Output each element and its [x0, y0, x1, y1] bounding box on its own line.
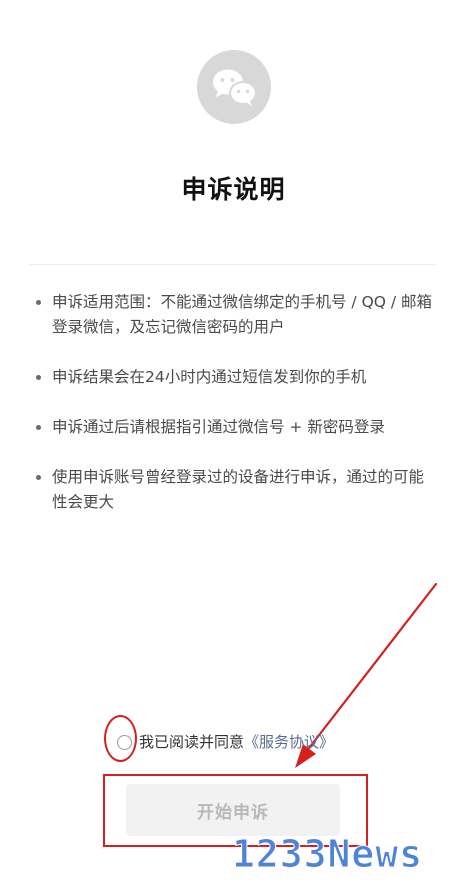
list-item: 申诉通过后请根据指引通过微信号 + 新密码登录: [36, 415, 436, 440]
note-text: 申诉结果会在24小时内通过短信发到你的手机: [52, 368, 367, 386]
appeal-notes-list: 申诉适用范围：不能通过微信绑定的手机号 / QQ / 邮箱登录微信，及忘记微信密…: [36, 290, 436, 515]
list-item: 使用申诉账号曾经登录过的设备进行申诉，通过的可能性会更大: [36, 465, 436, 515]
divider: [30, 264, 435, 265]
bullet-dot: [36, 475, 41, 480]
note-text: 申诉通过后请根据指引通过微信号 + 新密码登录: [52, 418, 385, 436]
bullet-dot: [36, 300, 41, 305]
watermark-logo: 1233News: [231, 832, 424, 877]
bullet-dot: [36, 375, 41, 380]
agreement-prefix: 我已阅读并同意: [139, 733, 245, 751]
note-text: 使用申诉账号曾经登录过的设备进行申诉，通过的可能性会更大: [52, 468, 425, 511]
bullet-dot: [36, 425, 41, 430]
agreement-text: 我已阅读并同意《服务协议》: [139, 731, 334, 753]
note-text: 申诉适用范围：不能通过微信绑定的手机号 / QQ / 邮箱登录微信，及忘记微信密…: [52, 293, 433, 336]
page-title: 申诉说明: [181, 175, 286, 204]
wechat-logo: [197, 50, 271, 124]
agree-radio[interactable]: [117, 735, 132, 750]
list-item: 申诉适用范围：不能通过微信绑定的手机号 / QQ / 邮箱登录微信，及忘记微信密…: [36, 290, 436, 340]
wechat-chat-bubbles-icon: [213, 69, 257, 106]
start-appeal-button[interactable]: 开始申诉: [126, 784, 340, 836]
service-agreement-link[interactable]: 《服务协议》: [244, 733, 334, 751]
list-item: 申诉结果会在24小时内通过短信发到你的手机: [36, 365, 436, 390]
